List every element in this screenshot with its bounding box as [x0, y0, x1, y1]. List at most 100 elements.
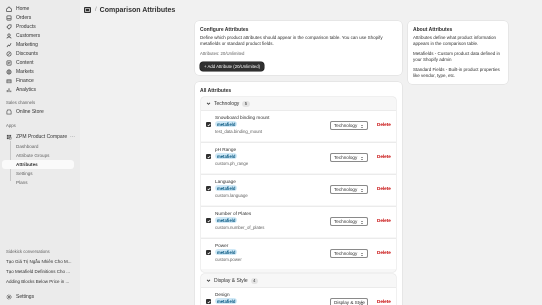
configure-attributes-card: Configure Attributes Define which produc…: [195, 21, 402, 75]
sidebar-item-settings[interactable]: Settings: [2, 292, 78, 301]
select-value: Technology: [334, 219, 358, 224]
checkbox[interactable]: [206, 299, 211, 304]
about-attributes-card: About Attributes Attributes define what …: [408, 21, 508, 84]
card-title: About Attributes: [413, 27, 453, 33]
select-value: Technology: [334, 251, 358, 256]
select-value: Technology: [334, 187, 358, 192]
about-paragraph: Metafields - Custom product data defined…: [413, 51, 501, 62]
app-icon-button[interactable]: [84, 7, 91, 13]
group-select[interactable]: Display & Style: [330, 298, 368, 305]
app-icon: [6, 134, 12, 140]
store-icon: [6, 109, 12, 115]
checkbox[interactable]: [206, 186, 211, 191]
metafield-badge: metafield: [215, 121, 238, 127]
sidebar-item-label: Analytics: [16, 86, 37, 93]
sidebar-item-label: Discounts: [16, 50, 38, 57]
sidebar-sub-attributes[interactable]: Attributes: [2, 160, 74, 169]
select-value: Technology: [334, 155, 358, 160]
group-count-badge: 4: [250, 277, 258, 284]
group-select[interactable]: Technology: [330, 185, 368, 194]
conversation-item[interactable]: Tạo Metafield Definitions Cho ...: [0, 266, 80, 276]
sidebar-item-products[interactable]: Products: [2, 22, 78, 31]
sidebar-item-home[interactable]: Home: [2, 4, 78, 13]
group-header[interactable]: Technology 5: [201, 97, 396, 110]
sidebar-item-label: Customers: [16, 32, 41, 39]
discounts-icon: [6, 51, 12, 57]
select-arrows-icon: [360, 252, 364, 257]
sidebar-item-finance[interactable]: Finance: [2, 76, 78, 85]
sidebar-item-analytics[interactable]: Analytics: [2, 85, 78, 94]
breadcrumb-separator: /: [95, 7, 97, 13]
apps-heading: Apps: [6, 123, 16, 128]
attribute-key: custom.number_of_plates: [215, 224, 265, 230]
sidebar-item-label: Online Store: [16, 108, 44, 115]
delete-button[interactable]: Delete: [377, 122, 391, 127]
sidebar-item-discounts[interactable]: Discounts: [2, 49, 78, 58]
about-paragraph: Attributes define what product informati…: [413, 35, 497, 46]
metafield-badge: metafield: [215, 185, 238, 191]
attribute-row: Language metafield custom.language Techn…: [201, 174, 396, 205]
sidebar-sub-plans[interactable]: Plans: [2, 178, 74, 187]
products-icon: [6, 24, 12, 30]
group-select[interactable]: Technology: [330, 217, 368, 226]
sidekick-heading: Sidekick conversations: [6, 249, 50, 254]
page-header: / Comparison Attributes: [84, 5, 175, 15]
card-title: Configure Attributes: [200, 27, 249, 33]
delete-button[interactable]: Delete: [377, 154, 391, 159]
checkbox[interactable]: [206, 122, 211, 127]
more-icon[interactable]: ⋯: [70, 134, 75, 140]
attribute-name: Power: [215, 243, 229, 248]
sidebar-item-customers[interactable]: Customers: [2, 31, 78, 40]
sidebar-item-markets[interactable]: Markets: [2, 67, 78, 76]
attribute-row: Design metafield Display & Style Delete: [201, 287, 396, 305]
attribute-key: custom.ph_range: [215, 160, 249, 166]
sidebar-nav: Home Orders Products Customers Marketing…: [0, 0, 80, 305]
conversation-item[interactable]: Tạo Giá Trị Ngẫu Nhiên Cho M...: [0, 256, 80, 266]
chevron-down-icon: [206, 278, 211, 283]
sidebar-item-online-store[interactable]: Online Store: [2, 107, 78, 116]
sidebar-sub-dashboard[interactable]: Dashboard: [2, 142, 74, 151]
group-select[interactable]: Technology: [330, 249, 368, 258]
add-attribute-button[interactable]: + Add Attribute (20/Unlimited): [200, 62, 265, 71]
select-arrows-icon: [360, 188, 364, 193]
sidebar-item-app[interactable]: ZPM Product Compare ⋯: [2, 132, 78, 141]
sidebar-item-label: Marketing: [16, 41, 38, 48]
attribute-row: Number of Plates metafield custom.number…: [201, 206, 396, 237]
delete-button[interactable]: Delete: [377, 250, 391, 255]
checkbox[interactable]: [206, 250, 211, 255]
attribute-name: Design: [215, 292, 230, 297]
group-select[interactable]: Technology: [330, 121, 368, 130]
select-arrows-icon: [360, 301, 364, 305]
sidebar-item-orders[interactable]: Orders: [2, 13, 78, 22]
sidebar-item-content[interactable]: Content: [2, 58, 78, 67]
select-arrows-icon: [360, 156, 364, 161]
group-name: Technology: [214, 100, 240, 107]
checkbox[interactable]: [206, 154, 211, 159]
group-header[interactable]: Display & Style 4: [201, 274, 396, 287]
finance-icon: [6, 78, 12, 84]
delete-button[interactable]: Delete: [377, 299, 391, 304]
content-icon: [6, 60, 12, 66]
sidebar-sub-settings[interactable]: Settings: [2, 169, 74, 178]
attribute-key: custom.language: [215, 192, 248, 198]
group-select[interactable]: Technology: [330, 153, 368, 162]
sidebar-item-marketing[interactable]: Marketing: [2, 40, 78, 49]
attribute-key: test_data.binding_mount: [215, 128, 263, 134]
card-description: Define which product attributes should a…: [200, 35, 383, 46]
attribute-name: pH Range: [215, 147, 237, 152]
home-icon: [6, 5, 12, 12]
attribute-row: Snowboard binding mount metafield test_d…: [201, 110, 396, 141]
checkbox[interactable]: [206, 218, 211, 223]
sidebar-sub-attribute-groups[interactable]: Attribute Groups: [2, 151, 74, 160]
delete-button[interactable]: Delete: [377, 186, 391, 191]
select-arrows-icon: [360, 124, 364, 129]
conversation-item[interactable]: Adding Blocks Below Price in ...: [0, 276, 80, 286]
orders-icon: [6, 15, 12, 21]
select-arrows-icon: [360, 220, 364, 225]
sidebar-item-label: Finance: [16, 77, 34, 84]
card-title: All Attributes: [200, 88, 232, 94]
attributes-count: Attributes: 20/Unlimited: [200, 51, 245, 56]
attribute-name: Number of Plates: [215, 211, 252, 216]
delete-button[interactable]: Delete: [377, 218, 391, 223]
attribute-row: pH Range metafield custom.ph_range Techn…: [201, 142, 396, 173]
